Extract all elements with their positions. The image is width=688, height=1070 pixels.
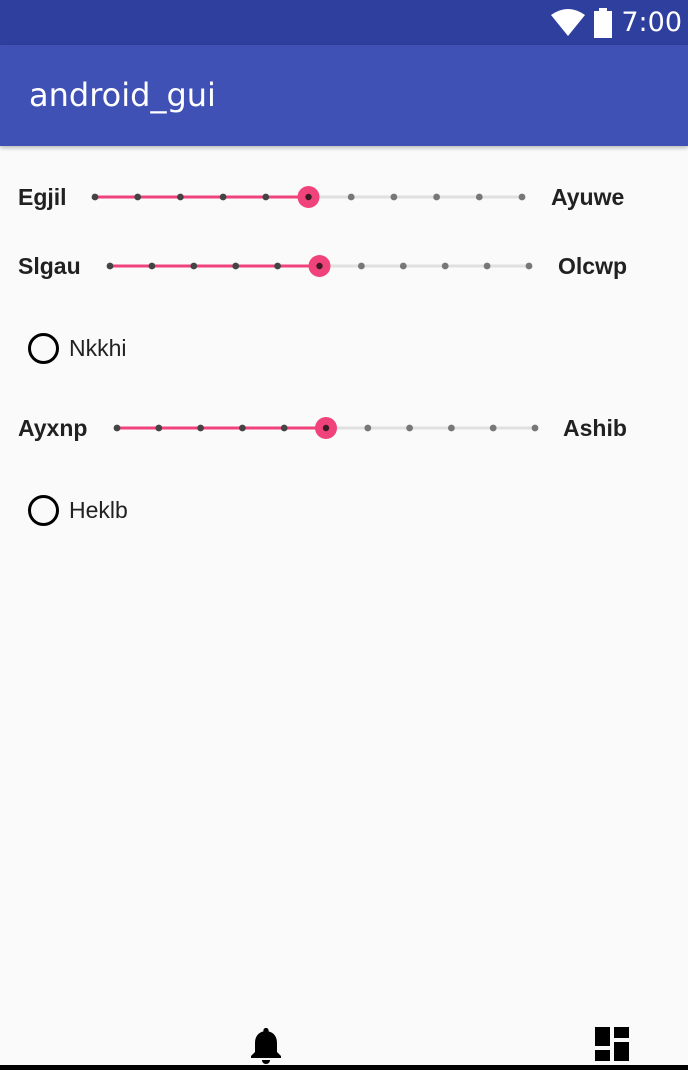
- slider-tick: [232, 262, 240, 270]
- app-bar: android_gui: [0, 45, 688, 146]
- slider-end-label: Ashib: [563, 415, 627, 441]
- status-icons: 7:00: [550, 0, 682, 45]
- slider-end-label: Ayuwe: [551, 184, 625, 210]
- slider-tick: [518, 193, 526, 201]
- slider-tick: [274, 262, 281, 270]
- slider-tick: [525, 262, 533, 270]
- slider-tick: [364, 424, 372, 432]
- slider-thumb-tick: [305, 193, 312, 201]
- slider-row-ayxnp: Ayxnp Ashib: [0, 408, 688, 448]
- slider-tick: [347, 193, 355, 201]
- radio-label: Heklb: [69, 496, 128, 523]
- slider-end-label: Olcwp: [558, 253, 628, 279]
- slider-tick: [134, 193, 142, 201]
- status-time: 7:00: [621, 7, 682, 38]
- radio-label: Nkkhi: [69, 334, 127, 361]
- battery-icon: [594, 7, 613, 38]
- slider-tick: [148, 262, 156, 270]
- slider-tick: [489, 424, 497, 432]
- slider-tick: [197, 424, 205, 432]
- slider-row-egjil: Egjil Ayuwe: [0, 177, 688, 217]
- radio-button-nkkhi[interactable]: [28, 332, 59, 364]
- bottom-edge: [0, 1065, 688, 1070]
- slider-tick: [390, 193, 398, 201]
- slider-tick: [441, 262, 449, 270]
- radio-option-nkkhi[interactable]: Nkkhi: [28, 328, 127, 368]
- slider-tick: [448, 424, 455, 432]
- bell-icon[interactable]: [249, 1026, 283, 1064]
- slider-tick: [433, 193, 440, 201]
- slider-tick: [483, 262, 491, 270]
- slider-tick: [531, 424, 539, 432]
- slider-tick: [262, 193, 270, 201]
- slider-tick: [155, 424, 163, 432]
- app-title: android_gui: [29, 76, 216, 114]
- status-bar: 7:00: [0, 0, 688, 45]
- slider-tick: [190, 262, 198, 270]
- slider-row-slgau: Slgau Olcwp: [0, 246, 688, 286]
- slider-tick: [475, 193, 483, 201]
- slider-tick: [399, 262, 407, 270]
- dashboard-icon[interactable]: [595, 1027, 629, 1061]
- slider-tick: [358, 262, 365, 270]
- slider-tick: [239, 424, 246, 432]
- slider-thumb-tick: [316, 262, 323, 270]
- radio-option-heklb[interactable]: Heklb: [28, 490, 128, 530]
- slider-tick: [106, 262, 114, 270]
- slider-tick: [219, 193, 227, 201]
- radio-button-heklb[interactable]: [28, 494, 59, 526]
- slider-tick: [91, 193, 99, 201]
- wifi-icon: [551, 8, 586, 36]
- slider-thumb-tick: [322, 424, 330, 432]
- slider-tick: [406, 424, 413, 432]
- slider-tick: [280, 424, 288, 432]
- slider-tick: [177, 193, 184, 201]
- slider-tick: [113, 424, 121, 432]
